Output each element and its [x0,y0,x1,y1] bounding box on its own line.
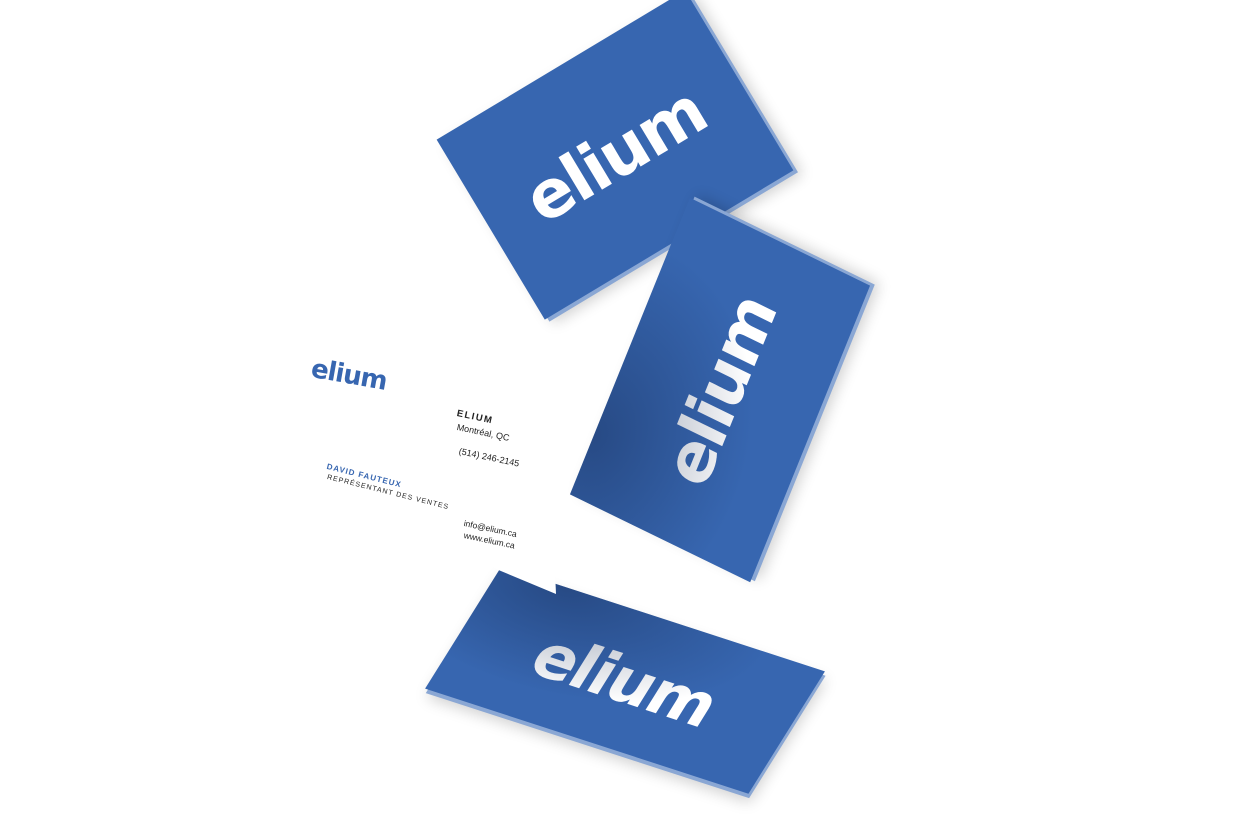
white-card-content: elium ELIUM Montréal, QC (514) 246-2145 … [300,322,556,594]
card-logo-middle: elium [648,282,792,498]
white-card-logo: elium [308,354,389,397]
company-city: Montréal, QC [455,422,511,443]
blue-card-bottom: elium [425,566,825,794]
business-cards-scene: elium elium elium elium ELIUM Montréal, … [0,0,1251,814]
company-phone: (514) 246-2145 [457,446,521,469]
card-logo-bottom: elium [517,619,733,741]
